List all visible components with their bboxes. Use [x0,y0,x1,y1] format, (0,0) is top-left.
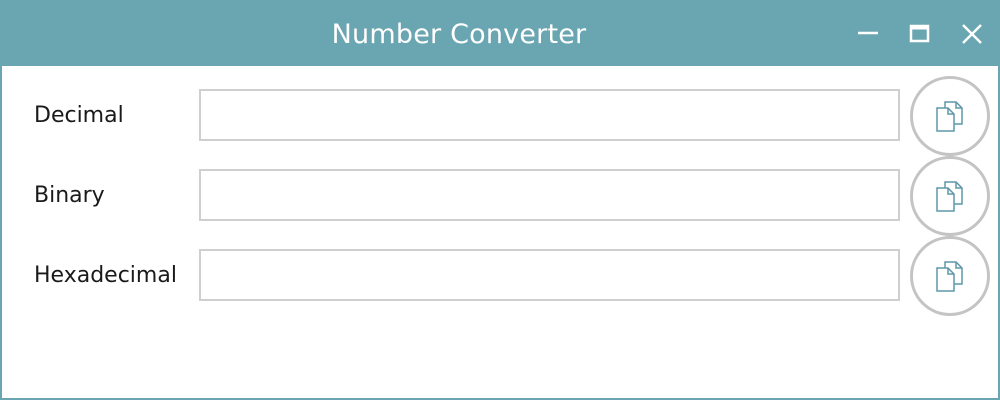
decimal-label: Decimal [34,103,124,128]
decimal-input[interactable] [199,89,900,141]
maximize-icon [909,24,930,43]
hexadecimal-input[interactable] [199,249,900,301]
binary-row: Binary [2,156,1000,236]
hexadecimal-label: Hexadecimal [34,263,177,288]
close-icon [962,24,982,44]
close-button[interactable] [950,12,994,56]
minimize-icon [858,31,878,35]
binary-input[interactable] [199,169,900,221]
decimal-row: Decimal [2,76,1000,156]
window-title: Number Converter [331,19,587,50]
copy-binary-button[interactable] [910,156,990,236]
hexadecimal-row: Hexadecimal [2,236,1000,316]
maximize-button[interactable] [898,12,942,56]
copy-icon [936,261,963,292]
app-window: Number Converter Decimal Binary Hexadeci… [0,0,1000,400]
copy-decimal-button[interactable] [910,76,990,156]
minimize-button[interactable] [846,12,890,56]
title-bar: Number Converter [0,0,1000,66]
copy-icon [936,181,963,212]
copy-hexadecimal-button[interactable] [910,236,990,316]
copy-icon [936,101,963,132]
binary-label: Binary [34,183,105,208]
